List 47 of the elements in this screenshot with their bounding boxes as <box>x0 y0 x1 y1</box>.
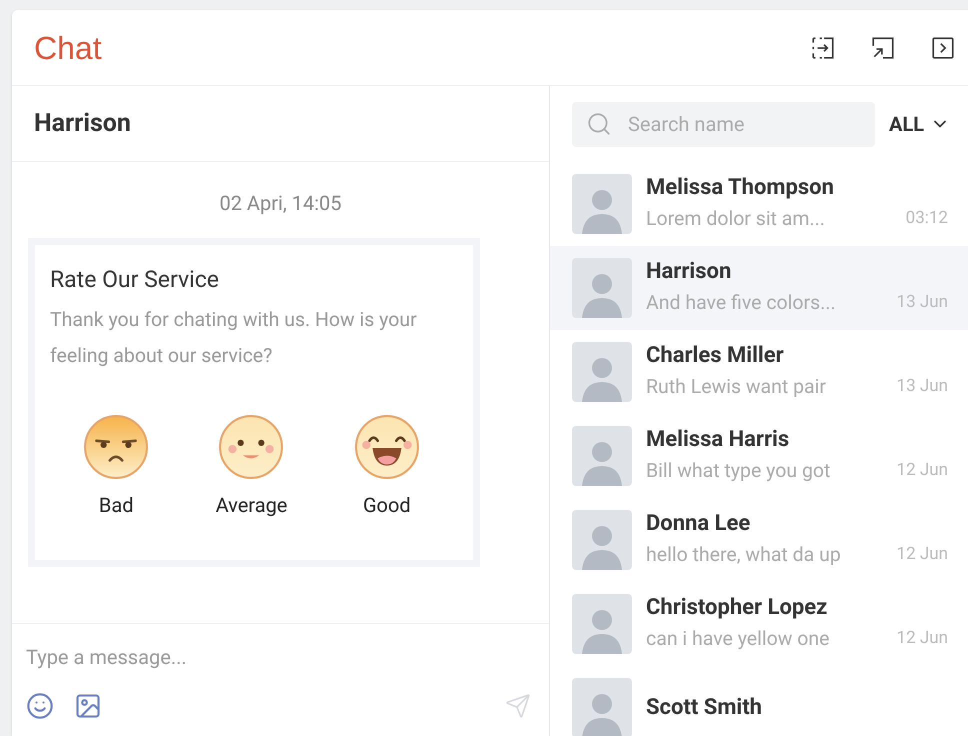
contact-row[interactable]: Scott Smith <box>550 666 968 736</box>
bad-face-icon[interactable] <box>83 414 150 480</box>
message-date: 02 Apri, 14:05 <box>219 191 342 215</box>
message-time: 12 Jun <box>896 459 948 482</box>
rating-label: Bad <box>98 492 134 518</box>
contact-name: Melissa Harris <box>646 426 790 454</box>
app-title: Chat <box>34 28 102 68</box>
avatar-placeholder <box>572 342 632 402</box>
emoji-icon[interactable] <box>26 692 54 720</box>
rating-label: Average <box>216 492 288 518</box>
contact-row[interactable]: Harrison And have five colors... 13 Jun <box>550 246 968 330</box>
message-preview: And have five colors... <box>646 290 836 316</box>
message-preview: Lorem dolor sit am... <box>646 206 825 232</box>
avatar-placeholder <box>572 678 632 736</box>
collapse-panel-icon[interactable] <box>930 34 956 60</box>
message-preview: hello there, what da up <box>646 542 841 568</box>
good-face-icon[interactable] <box>354 414 420 480</box>
enter-box-icon[interactable] <box>810 34 836 60</box>
card-message: Thank you for chating with us. How is your feeling about our service? <box>50 306 418 368</box>
message-preview: Ruth Lewis want pair <box>646 374 826 400</box>
message-time: 12 Jun <box>896 543 948 566</box>
resize-icon[interactable] <box>870 34 896 60</box>
message-preview: can i have yellow one <box>646 626 830 652</box>
contact-name: Christopher Lopez <box>646 594 828 622</box>
message-time: 13 Jun <box>896 291 948 314</box>
contact-name: Charles Miller <box>646 342 785 370</box>
contact-name: Harrison <box>646 258 732 286</box>
contact-name: Donna Lee <box>646 510 752 538</box>
contact-name: Scott Smith <box>646 694 763 722</box>
conversation-name: Harrison <box>34 108 131 140</box>
message-preview: Bill what type you got <box>646 458 830 484</box>
message-input[interactable]: Type a message... <box>26 642 535 672</box>
avatar-placeholder <box>572 594 632 654</box>
filter-dropdown[interactable]: ALL <box>889 109 950 139</box>
rating-label: Good <box>362 492 411 518</box>
contact-name: Melissa Thompson <box>646 174 835 202</box>
image-icon[interactable] <box>74 692 102 720</box>
avatar-placeholder <box>572 174 632 234</box>
message-time: 12 Jun <box>896 627 948 650</box>
search-field[interactable]: Search name <box>572 102 875 146</box>
search-icon <box>586 110 612 136</box>
avatar-placeholder <box>572 426 632 486</box>
card-title: Rate Our Service <box>50 265 220 295</box>
message-time: 13 Jun <box>896 375 948 398</box>
avatar-placeholder <box>572 510 632 570</box>
avatar-placeholder <box>572 258 632 318</box>
message-time: 03:12 <box>906 207 948 230</box>
